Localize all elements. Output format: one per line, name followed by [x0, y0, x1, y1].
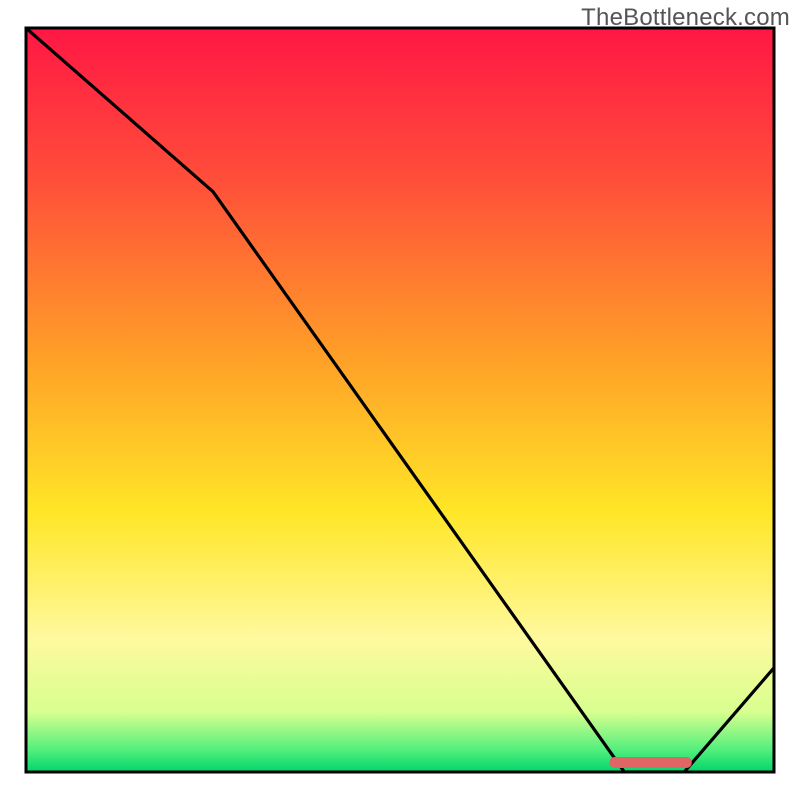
plot-background: [26, 28, 774, 772]
optimal-marker: [609, 757, 691, 768]
chart-canvas: [0, 0, 800, 800]
chart-frame: TheBottleneck.com: [0, 0, 800, 800]
watermark-text: TheBottleneck.com: [581, 4, 790, 32]
